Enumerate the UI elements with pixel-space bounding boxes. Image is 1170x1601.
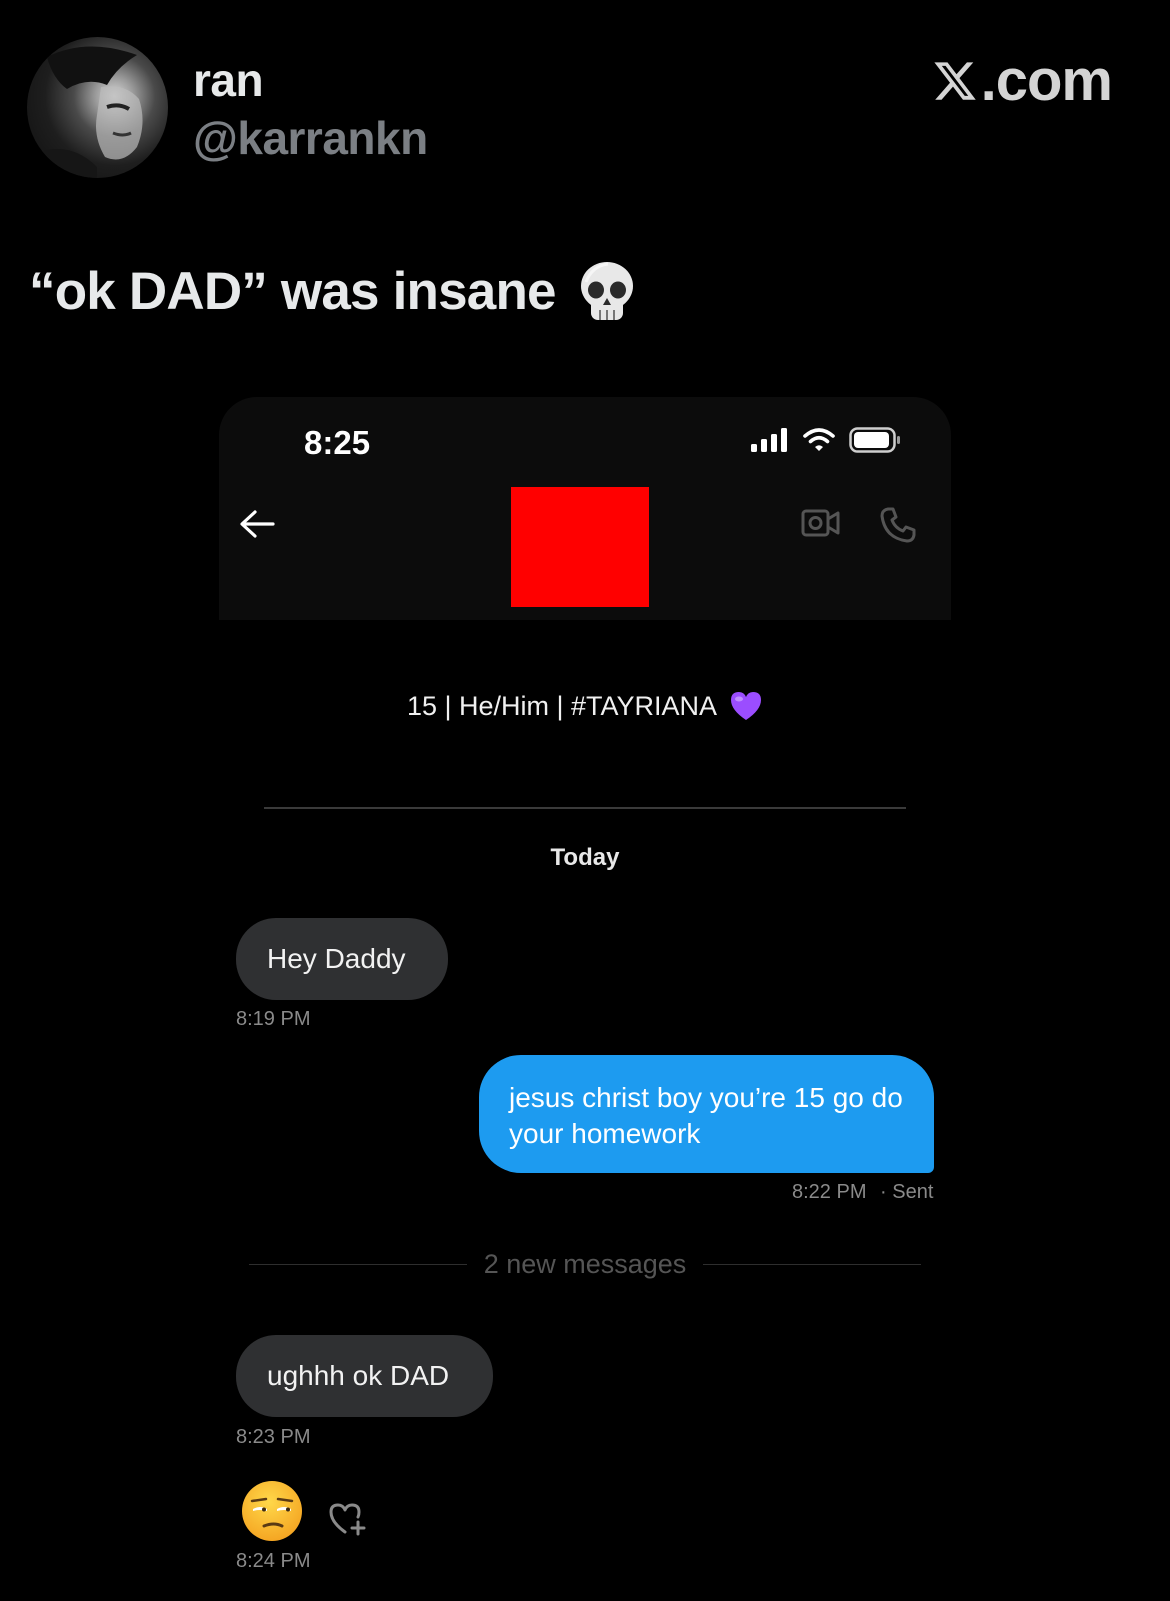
battery-icon <box>849 427 901 458</box>
message-text: jesus christ boy you’re 15 go do your ho… <box>509 1082 903 1149</box>
message-time: 8:22 PM <box>792 1181 867 1203</box>
new-messages-label: 2 new messages <box>483 1249 687 1279</box>
new-messages-separator: 2 new messages <box>249 1246 922 1282</box>
separator-rule-right <box>703 1263 922 1265</box>
redacted-profile-photo <box>511 487 649 607</box>
message-timestamp: 8:24 PM <box>236 1550 311 1572</box>
tweet-text-content: “ok DAD” was insane <box>29 262 557 321</box>
date-separator: Today <box>550 844 620 871</box>
message-sent-status: · Sent <box>880 1181 934 1203</box>
status-bar-time: 8:25 <box>304 424 371 461</box>
profile-bio: 15 | He/Him | #TAYRIANA <box>219 684 951 728</box>
purple-heart-emoji <box>729 690 763 722</box>
x-logo: .com <box>932 46 1113 116</box>
incoming-message-bubble[interactable]: ughhh ok DAD <box>236 1335 493 1417</box>
phone-icon[interactable] <box>879 506 917 549</box>
x-brand-icon <box>934 62 976 100</box>
author-avatar[interactable] <box>27 37 168 178</box>
message-timestamp: 8:22 PM · Sent <box>792 1179 933 1205</box>
outgoing-message-bubble[interactable]: jesus christ boy you’re 15 go do your ho… <box>479 1055 934 1173</box>
message-timestamp: 8:19 PM <box>236 1008 311 1030</box>
heart-plus-icon[interactable] <box>327 1500 369 1543</box>
author-name[interactable]: ran <box>193 50 264 110</box>
profile-bio-text: 15 | He/Him | #TAYRIANA <box>406 691 718 721</box>
message-text: Hey Daddy <box>267 943 406 974</box>
unamused-face-emoji[interactable] <box>240 1479 304 1548</box>
header-divider <box>264 807 906 809</box>
tweet-text: “ok DAD” was insane <box>29 256 636 328</box>
message-text: ughhh ok DAD <box>267 1360 450 1391</box>
x-logo-text: .com <box>980 48 1113 113</box>
tweet-screenshot: ran @karrankn .com “ok DAD” was insane 8 <box>0 0 1170 1601</box>
skull-emoji <box>578 260 636 324</box>
separator-rule-left <box>249 1263 467 1265</box>
dm-header: 8:25 <box>219 397 951 620</box>
video-camera-icon[interactable] <box>801 507 841 544</box>
status-bar-icons <box>751 427 901 458</box>
message-timestamp: 8:23 PM <box>236 1426 311 1448</box>
author-handle[interactable]: @karrankn <box>193 108 428 168</box>
incoming-message-bubble[interactable]: Hey Daddy <box>236 918 448 1000</box>
wifi-icon <box>803 428 835 457</box>
signal-icon <box>751 428 789 457</box>
arrow-left-icon[interactable] <box>239 509 275 544</box>
